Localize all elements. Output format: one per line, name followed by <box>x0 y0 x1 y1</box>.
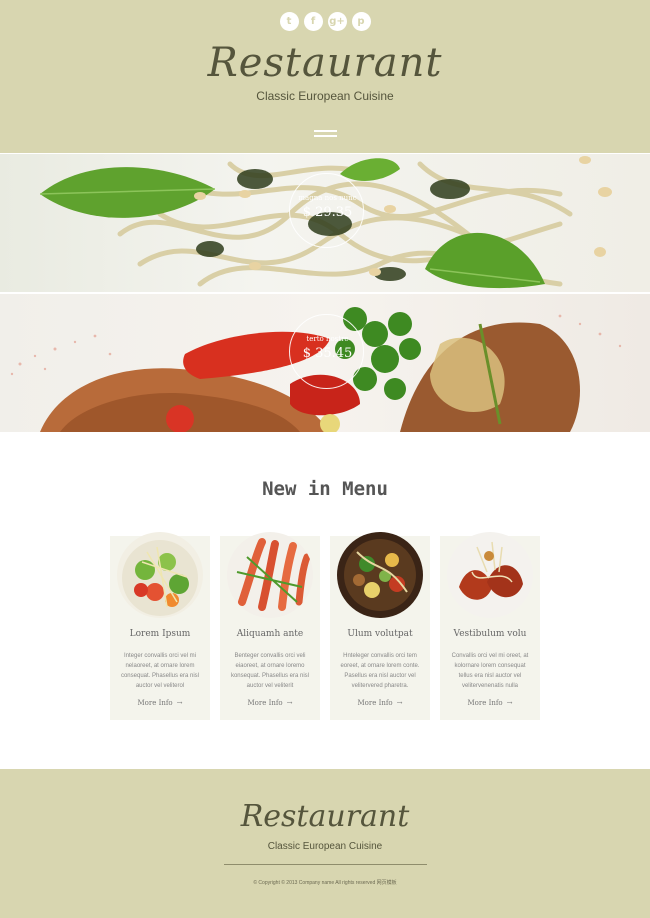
hamburger-icon[interactable] <box>314 130 337 142</box>
footer-brand-logo[interactable]: Restaurant <box>0 799 650 834</box>
hamburger-line <box>314 130 337 132</box>
google-plus-icon[interactable]: g+ <box>327 12 347 31</box>
price-badge[interactable]: magna nos nunc $ 29.35 <box>289 173 364 248</box>
arrow-right-icon: → <box>396 699 403 707</box>
dish-price: $ 35.45 <box>302 346 353 361</box>
site-header: t f g+ p Restaurant Classic European Cui… <box>0 0 650 153</box>
dish-image <box>227 532 313 618</box>
dish-image <box>337 532 423 618</box>
more-info-label: More Info <box>247 699 283 707</box>
card-title: Ulum volutpat <box>347 629 413 639</box>
social-links: t f g+ p <box>0 12 650 31</box>
facebook-icon[interactable]: f <box>303 12 323 31</box>
card-text: Benteger convallis orci veli eiaoreet, a… <box>230 653 310 689</box>
more-info-label: More Info <box>357 699 393 707</box>
copyright-text: © Copyright © 2013 Company name All righ… <box>253 880 397 886</box>
card-text: Integer convallis orci vel mi nelaoreet,… <box>120 653 200 689</box>
banner-steak[interactable]: terto nostre $ 35.45 <box>0 294 650 432</box>
shrimp-image <box>227 532 313 618</box>
pinterest-icon[interactable]: p <box>351 12 371 31</box>
card-title: Aliquamh ante <box>236 629 304 639</box>
section-title: New in Menu <box>262 478 388 500</box>
card-title: Lorem Ipsum <box>129 629 191 639</box>
banner-pasta[interactable]: magna nos nunc $ 29.35 <box>0 154 650 292</box>
dish-price: $ 29.35 <box>302 205 353 220</box>
dish-image <box>117 532 203 618</box>
footer-divider <box>224 864 427 865</box>
meat-dish-image <box>447 532 533 618</box>
more-info-link[interactable]: More Info → <box>330 699 430 707</box>
menu-card[interactable]: Lorem Ipsum Integer convallis orci vel m… <box>110 532 210 720</box>
noodle-dish-image <box>337 532 423 618</box>
dish-name: magna nos nunc <box>298 194 357 202</box>
dish-name: terto nostre <box>306 335 349 343</box>
menu-card[interactable]: Vestibulum volu Convallis orci vel mi or… <box>440 532 540 720</box>
twitter-icon[interactable]: t <box>279 12 299 31</box>
hamburger-line <box>314 135 337 137</box>
menu-cards: Lorem Ipsum Integer convallis orci vel m… <box>110 532 540 720</box>
menu-card[interactable]: Ulum volutpat Hnteleger convallis orci t… <box>330 532 430 720</box>
more-info-label: More Info <box>137 699 173 707</box>
brand-logo[interactable]: Restaurant <box>0 40 650 86</box>
arrow-right-icon: → <box>286 699 293 707</box>
more-info-link[interactable]: More Info → <box>110 699 210 707</box>
price-badge[interactable]: terto nostre $ 35.45 <box>289 314 364 389</box>
more-info-link[interactable]: More Info → <box>220 699 320 707</box>
site-footer: Restaurant Classic European Cuisine © Co… <box>0 769 650 918</box>
dish-image <box>447 532 533 618</box>
arrow-right-icon: → <box>176 699 183 707</box>
more-info-label: More Info <box>467 699 503 707</box>
footer-tagline: Classic European Cuisine <box>267 841 383 852</box>
brand-tagline: Classic European Cuisine <box>256 89 394 103</box>
menu-card[interactable]: Aliquamh ante Benteger convallis orci ve… <box>220 532 320 720</box>
more-info-link[interactable]: More Info → <box>440 699 540 707</box>
card-text: Convallis orci vel mi oreet, at kolornar… <box>451 653 529 689</box>
card-text: Hnteleger convallis orci tem eoreet, at … <box>340 653 420 689</box>
card-title: Vestibulum volu <box>453 629 527 639</box>
salad-image <box>117 532 203 618</box>
arrow-right-icon: → <box>506 699 513 707</box>
